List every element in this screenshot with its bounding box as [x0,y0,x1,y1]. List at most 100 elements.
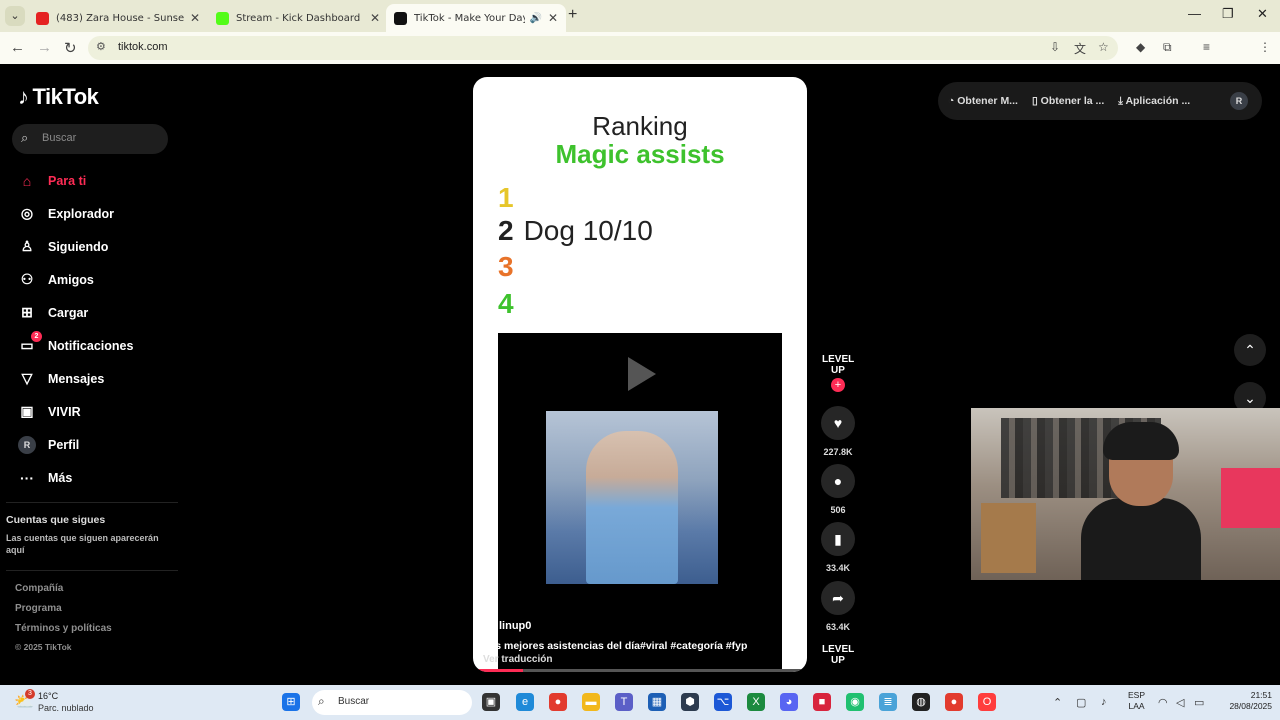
footer-link-terms[interactable]: Términos y políticas [15,623,112,634]
comment-icon: ● [833,473,843,489]
clock[interactable]: 21:51 28/08/2025 [1218,690,1272,712]
chevron-up-icon: ⌃ [1244,341,1256,358]
sidebar-item-cargar[interactable]: ⊞ Cargar [0,296,180,329]
streamer-hair [1103,422,1179,460]
footer-link-company[interactable]: Compañía [15,583,63,594]
edge-icon[interactable]: e [516,693,534,711]
menu-icon[interactable]: ⋮ [1259,40,1271,54]
tiktok-logo[interactable]: ♪ TikTok [18,84,99,110]
previous-video-button[interactable]: ⌃ [1234,334,1266,366]
sidebar-item-label: Cargar [48,305,89,320]
profile-avatar[interactable]: R [1230,92,1248,110]
taskbar-search[interactable]: ⌕ Buscar [312,690,472,715]
forward-button[interactable]: → [37,39,52,56]
task-view-icon[interactable]: ▣ [482,693,500,711]
minimize-button[interactable]: — [1188,6,1201,21]
sidebar-item-explorador[interactable]: ◎ Explorador [0,197,180,230]
speaker-icon[interactable]: 🔊 [529,13,541,24]
sidebar-item-para-ti[interactable]: ⌂ Para ti [0,164,180,197]
microphone-icon[interactable]: ♪ [1101,696,1107,708]
search-input[interactable]: ⌕ Buscar [12,124,168,154]
store-icon[interactable]: ▦ [648,693,666,711]
share-button[interactable]: ➦ [821,581,855,615]
notepad-icon[interactable]: ≣ [879,693,897,711]
close-icon[interactable]: ✕ [190,11,200,25]
desktop-app-button[interactable]: ⤓ Aplicación ... [1118,95,1190,108]
close-icon[interactable]: ✕ [548,11,558,25]
sidebar-item-vivir[interactable]: ▣ VIVIR [0,395,180,428]
omnibox[interactable]: ⚙ tiktok.com [88,36,1118,60]
puzzle-icon[interactable]: ⧉ [1163,40,1172,55]
sidebar-divider [6,502,178,503]
close-window-button[interactable]: ✕ [1257,6,1268,22]
file-explorer-icon[interactable]: ▬ [582,693,600,711]
video-clip[interactable] [498,333,782,672]
friends-icon: ⚇ [20,271,34,287]
install-icon[interactable]: ⇩ [1050,40,1060,54]
weather-condition[interactable]: Parc. nublado [38,703,94,713]
chrome-icon[interactable]: ● [549,693,567,711]
video-author[interactable]: linup0 [499,620,531,632]
chrome-active-icon[interactable]: ● [945,693,963,711]
video-player[interactable]: Ranking Magic assists 1 2 Dog 10/10 3 4 l… [473,77,807,672]
music-disc[interactable]: LEVEL UP [822,644,854,666]
sidebar-divider [6,570,178,571]
translate-icon[interactable]: 文 [1074,40,1086,57]
tab-title: TikTok - Make Your Day [414,12,526,24]
get-coins-button[interactable]: ◔ Obtener M... [948,95,1018,107]
tab-kick[interactable]: Stream - Kick Dashboard ✕ [208,4,388,32]
new-tab-button[interactable]: + [568,6,577,24]
vscode-icon[interactable]: ⌥ [714,693,732,711]
start-icon[interactable]: ⊞ [282,693,300,711]
battery-icon[interactable]: ▭ [1194,696,1204,709]
tray-expand-icon[interactable]: ⌃ [1053,696,1062,709]
reload-button[interactable]: ↻ [64,39,77,57]
creator-avatar[interactable]: LEVEL UP [822,354,854,376]
close-icon[interactable]: ✕ [370,11,380,25]
app-green-icon[interactable]: ◉ [846,693,864,711]
discord-icon[interactable]: ◕ [780,693,798,711]
wifi-icon[interactable]: ◠ [1158,696,1168,709]
footer-link-program[interactable]: Programa [15,603,62,614]
teams-icon[interactable]: T [615,693,633,711]
see-translation-link[interactable]: Ver traducción [483,654,552,665]
video-progress-bar[interactable] [473,669,807,672]
tray-app-icon[interactable]: ▢ [1076,696,1086,709]
volume-icon[interactable]: ◁ [1176,696,1184,709]
browser-tab-bar: ⌄ (483) Zara House - Sunset Mix ✕ Stream… [0,0,1280,32]
like-button[interactable]: ♥ [821,406,855,440]
tab-search-button[interactable]: ⌄ [5,6,25,26]
opera-icon[interactable]: O [978,693,996,711]
language-indicator[interactable]: ESP LAA [1128,690,1145,712]
address-bar: ← → ↻ ⚙ tiktok.com ⇩ 文 ☆ ◆ ⧉ ≡ R ⋮ [0,32,1280,87]
comment-button[interactable]: ● [821,464,855,498]
get-app-button[interactable]: ▯ Obtener la ... [1032,95,1104,107]
site-info-icon[interactable]: ⚙ [96,40,106,53]
play-icon[interactable] [628,357,656,391]
app-icon[interactable]: ⬢ [681,693,699,711]
sidebar-item-perfil[interactable]: R Perfil [0,428,180,461]
weather-temp[interactable]: 16°C [38,691,58,701]
media-icon[interactable]: ≡ [1203,40,1210,54]
tab-tiktok[interactable]: TikTok - Make Your Day 🔊 ✕ [386,4,566,32]
player-figure [586,431,678,584]
url-text[interactable]: tiktok.com [118,41,168,53]
maximize-button[interactable]: ❐ [1222,6,1234,22]
sidebar-item-notificaciones[interactable]: ▭ 2 Notificaciones [0,329,180,362]
save-button[interactable]: ▮ [821,522,855,556]
sidebar-item-label: Mensajes [48,371,105,386]
back-button[interactable]: ← [10,39,25,56]
compass-icon: ◎ [20,205,34,221]
bookmark-star-icon[interactable]: ☆ [1098,40,1109,54]
sidebar-item-siguiendo[interactable]: ♙ Siguiendo [0,230,180,263]
app-red-icon[interactable]: ■ [813,693,831,711]
sidebar-item-mas[interactable]: ··· Más [0,461,180,494]
follow-plus-icon[interactable]: + [831,378,845,392]
sidebar-item-amigos[interactable]: ⚇ Amigos [0,263,180,296]
share-count: 63.4K [825,622,851,632]
excel-icon[interactable]: X [747,693,765,711]
tab-youtube[interactable]: (483) Zara House - Sunset Mix ✕ [28,4,208,32]
extension-icon[interactable]: ◆ [1136,40,1145,54]
obs-icon[interactable]: ◍ [912,693,930,711]
sidebar-item-mensajes[interactable]: ▽ Mensajes [0,362,180,395]
